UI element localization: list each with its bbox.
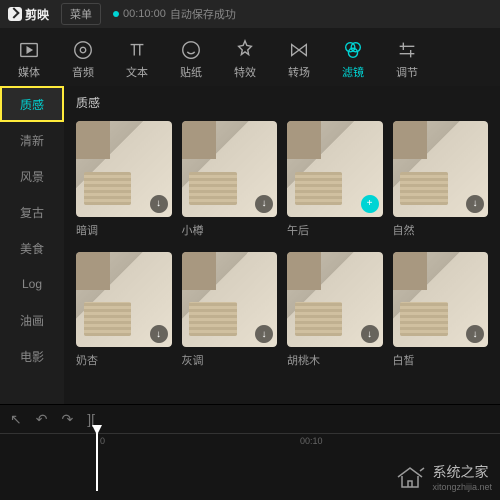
- filter-label: 灰调: [182, 352, 278, 368]
- section-title: 质感: [76, 94, 488, 111]
- filter-thumb[interactable]: ↓ 胡桃木: [287, 252, 383, 369]
- autosave-text: 自动保存成功: [170, 6, 236, 22]
- text-icon: [126, 39, 148, 61]
- tab-effect[interactable]: 特效: [218, 32, 272, 86]
- download-icon[interactable]: ↓: [150, 195, 168, 213]
- tab-transition[interactable]: 转场: [272, 32, 326, 86]
- audio-icon: [72, 39, 94, 61]
- autosave-status: 00:10:00 自动保存成功: [113, 6, 236, 22]
- filter-preview: ↓: [76, 121, 172, 217]
- watermark-logo-icon: [394, 463, 426, 491]
- undo-icon[interactable]: ↶: [36, 411, 48, 428]
- timeline-ruler[interactable]: | 0 00:10: [0, 433, 500, 453]
- watermark-url: xitongzhijia.net: [432, 482, 492, 492]
- sidebar-item-6[interactable]: 油画: [0, 302, 64, 338]
- filter-label: 午后: [287, 222, 383, 238]
- sidebar-item-2[interactable]: 风景: [0, 158, 64, 194]
- sticker-icon: [180, 39, 202, 61]
- sidebar-item-4[interactable]: 美食: [0, 230, 64, 266]
- tick-label: 0: [100, 436, 105, 446]
- media-icon: [18, 39, 40, 61]
- main-area: 质感清新风景复古美食Log油画电影 质感 ↓暗调↓小樽+午后↓自然↓奶杏↓灰调↓…: [0, 86, 500, 404]
- filter-preview: +: [287, 121, 383, 217]
- filter-label: 自然: [393, 222, 489, 238]
- filter-preview: ↓: [182, 252, 278, 348]
- filter-preview: ↓: [287, 252, 383, 348]
- download-icon[interactable]: ↓: [150, 325, 168, 343]
- titlebar: 剪映 菜单 00:10:00 自动保存成功: [0, 0, 500, 28]
- tab-sticker[interactable]: 贴纸: [164, 32, 218, 86]
- playhead[interactable]: [96, 431, 98, 491]
- menu-button[interactable]: 菜单: [61, 3, 101, 25]
- split-tool-icon[interactable]: ][: [87, 411, 95, 427]
- sidebar-item-7[interactable]: 电影: [0, 338, 64, 374]
- filter-label: 白皙: [393, 352, 489, 368]
- filter-category-sidebar: 质感清新风景复古美食Log油画电影: [0, 86, 64, 404]
- add-icon[interactable]: +: [361, 195, 379, 213]
- download-icon[interactable]: ↓: [255, 195, 273, 213]
- sidebar-item-5[interactable]: Log: [0, 266, 64, 302]
- filter-thumb[interactable]: ↓ 暗调: [76, 121, 172, 238]
- status-dot-icon: [113, 11, 119, 17]
- filter-label: 小樽: [182, 222, 278, 238]
- redo-icon[interactable]: ↷: [61, 411, 73, 428]
- autosave-time: 00:10:00: [123, 8, 166, 20]
- filter-preview: ↓: [393, 252, 489, 348]
- filter-thumb[interactable]: ↓ 自然: [393, 121, 489, 238]
- tab-media[interactable]: 媒体: [2, 32, 56, 86]
- adjust-icon: [396, 39, 418, 61]
- filter-thumb[interactable]: ↓ 灰调: [182, 252, 278, 369]
- transition-icon: [288, 39, 310, 61]
- download-icon[interactable]: ↓: [466, 325, 484, 343]
- main-toolbar: 媒体 音频 文本 贴纸 特效 转场 滤镜 调节: [0, 28, 500, 86]
- sidebar-item-1[interactable]: 清新: [0, 122, 64, 158]
- filter-thumb[interactable]: ↓ 小樽: [182, 121, 278, 238]
- tab-filter[interactable]: 滤镜: [326, 32, 380, 86]
- tick-label: 00:10: [300, 436, 323, 446]
- filter-thumb[interactable]: ↓ 白皙: [393, 252, 489, 369]
- watermark: 系统之家 xitongzhijia.net: [394, 462, 492, 492]
- sidebar-item-3[interactable]: 复古: [0, 194, 64, 230]
- filter-grid: ↓ 暗调 ↓ 小樽 + 午后 ↓ 自然 ↓ 奶杏 ↓ 灰调 ↓ 胡桃木 ↓ 白皙: [76, 121, 488, 368]
- filter-preview: ↓: [76, 252, 172, 348]
- pointer-tool-icon[interactable]: ↖: [10, 411, 22, 428]
- app-name: 剪映: [25, 6, 49, 23]
- filter-preview: ↓: [182, 121, 278, 217]
- app-logo: 剪映: [8, 6, 49, 23]
- filter-label: 奶杏: [76, 352, 172, 368]
- effect-icon: [234, 39, 256, 61]
- filter-grid-panel: 质感 ↓ 暗调 ↓ 小樽 + 午后 ↓ 自然 ↓ 奶杏 ↓ 灰调 ↓ 胡桃木 ↓ 白皙: [64, 86, 500, 404]
- tab-text[interactable]: 文本: [110, 32, 164, 86]
- tab-audio[interactable]: 音频: [56, 32, 110, 86]
- timeline-tools: ↖ ↶ ↷ ][: [0, 405, 500, 433]
- download-icon[interactable]: ↓: [255, 325, 273, 343]
- tab-adjust[interactable]: 调节: [380, 32, 434, 86]
- filter-label: 暗调: [76, 222, 172, 238]
- filter-label: 胡桃木: [287, 352, 383, 368]
- filter-thumb[interactable]: + 午后: [287, 121, 383, 238]
- filter-icon: [342, 39, 364, 61]
- logo-icon: [8, 7, 22, 21]
- filter-thumb[interactable]: ↓ 奶杏: [76, 252, 172, 369]
- watermark-text: 系统之家: [432, 462, 492, 482]
- download-icon[interactable]: ↓: [466, 195, 484, 213]
- sidebar-item-0[interactable]: 质感: [0, 86, 64, 122]
- download-icon[interactable]: ↓: [361, 325, 379, 343]
- filter-preview: ↓: [393, 121, 489, 217]
